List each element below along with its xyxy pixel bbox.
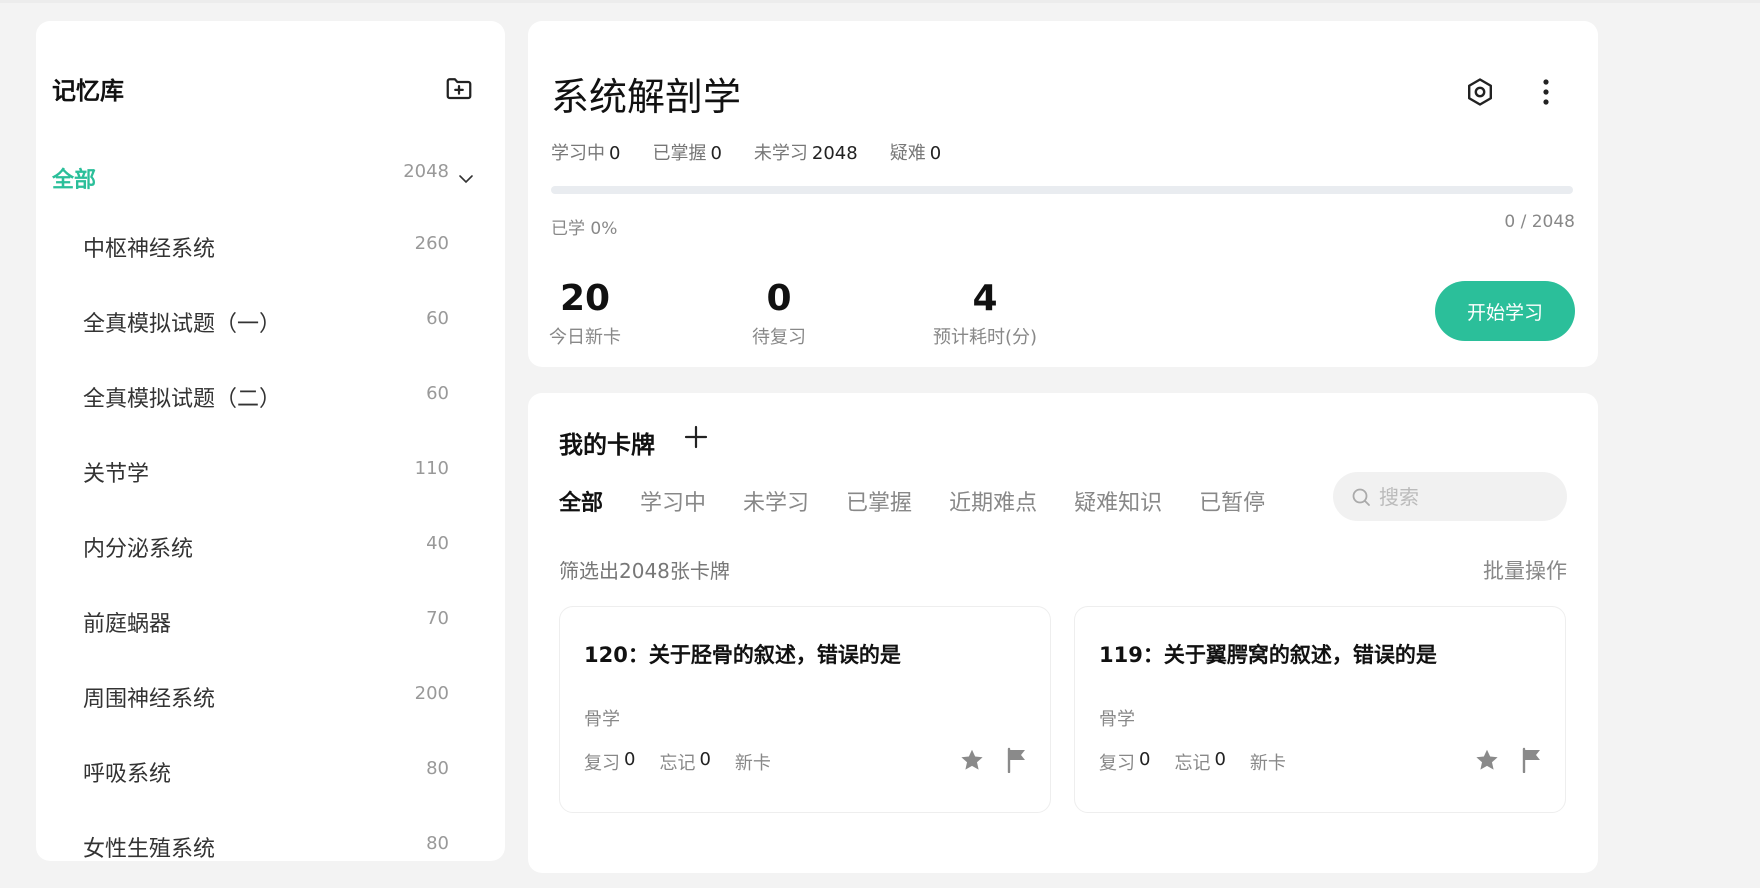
chevron-down-icon[interactable] [456,169,476,189]
more-vertical-icon[interactable] [1538,76,1554,108]
sidebar-item-label: 女性生殖系统 [83,837,216,862]
card-item[interactable]: 120：关于胫骨的叙述，错误的是 骨学 复习 0 忘记 0 新卡 [559,606,1051,813]
tab-difficult-knowledge[interactable]: 疑难知识 [1074,485,1162,517]
sidebar-item-label: 周围神经系统 [83,687,216,712]
memory-bank-sidebar: 记忆库 全部 2048 中枢神经系统 260 全真模拟试题（一） 60 全真模拟… [36,21,505,862]
sidebar-item-deck[interactable]: 周围神经系统 200 [36,663,505,738]
card-tag: 骨学 [1099,709,1135,730]
metric-label: 预计耗时(分) [933,327,1038,348]
target-settings-icon[interactable] [1464,76,1496,108]
tab-paused[interactable]: 已暂停 [1199,485,1265,517]
metric-label: 今日新卡 [549,327,621,348]
sidebar-item-deck[interactable]: 女性生殖系统 80 [36,813,505,888]
stat-mastered: 已掌握 0 [652,143,722,164]
sidebar-item-label: 全真模拟试题（二） [83,387,282,412]
sidebar-item-count: 260 [414,233,449,254]
sidebar-item-deck[interactable]: 呼吸系统 80 [36,738,505,813]
learned-percent: 已学 0% [551,219,618,239]
my-cards-title: 我的卡牌 [559,431,655,459]
review-count: 0 [624,749,636,770]
sidebar-item-count: 80 [426,758,449,779]
card-tag: 骨学 [584,709,620,730]
deck-stats: 学习中 0 已掌握 0 未学习 2048 疑难 0 [551,139,941,165]
metric-estimated-time: 4 预计耗时(分) [933,279,1037,349]
sidebar-item-deck[interactable]: 前庭蜗器 70 [36,588,505,663]
metric-new-today: 20 今日新卡 [549,279,621,349]
review-label: 复习 [584,753,620,774]
sidebar-item-count: 40 [426,533,449,554]
flag-icon[interactable] [1005,747,1029,773]
search-input[interactable] [1377,482,1551,512]
sidebar-item-deck[interactable]: 内分泌系统 40 [36,513,505,588]
sidebar-title: 记忆库 [52,77,124,105]
sidebar-item-deck[interactable]: 关节学 110 [36,438,505,513]
folder-plus-icon[interactable] [444,73,474,103]
search-icon [1352,488,1370,506]
sidebar-item-count: 60 [426,383,449,404]
batch-operation-button[interactable]: 批量操作 [1483,555,1567,585]
sidebar-item-label: 前庭蜗器 [83,612,172,637]
my-cards-panel: 我的卡牌 全部 学习中 未学习 已掌握 近期难点 疑难知识 已暂停 筛选出204… [528,393,1598,873]
filter-result-text: 筛选出2048张卡牌 [559,559,730,583]
review-count: 0 [1139,749,1151,770]
start-learning-button[interactable]: 开始学习 [1435,281,1575,341]
sidebar-item-deck[interactable]: 全真模拟试题（二） 60 [36,363,505,438]
top-divider [0,0,1760,3]
star-icon[interactable] [1474,747,1500,773]
add-card-icon[interactable] [683,424,709,450]
stat-unlearned: 未学习 2048 [753,143,858,164]
review-label: 复习 [1099,753,1135,774]
sidebar-item-label: 内分泌系统 [83,537,194,562]
sidebar-item-count: 70 [426,608,449,629]
sidebar-item-count: 80 [426,833,449,854]
forget-label: 忘记 [1174,753,1211,774]
sidebar-item-label: 中枢神经系统 [83,237,216,262]
deck-title: 系统解剖学 [551,75,742,119]
deck-summary-card: 系统解剖学 学习中 0 已掌握 0 未学习 2048 疑难 0 已学 0% 0 / 20… [528,21,1598,367]
forget-count: 0 [699,749,711,770]
star-icon[interactable] [959,747,985,773]
sidebar-item-deck[interactable]: 中枢神经系统 260 [36,213,505,288]
metric-value: 4 [972,278,998,319]
tab-unlearned[interactable]: 未学习 [743,485,809,517]
sidebar-deck-list: 中枢神经系统 260 全真模拟试题（一） 60 全真模拟试题（二） 60 关节学… [36,213,505,888]
tab-recent-difficult[interactable]: 近期难点 [949,485,1037,517]
card-status: 新卡 [1249,753,1286,774]
sidebar-item-count: 200 [414,683,449,704]
card-question: 120：关于胫骨的叙述，错误的是 [584,643,901,667]
sidebar-item-label: 全真模拟试题（一） [83,312,282,337]
forget-count: 0 [1214,749,1226,770]
card-question: 119：关于翼腭窝的叙述，错误的是 [1099,643,1437,667]
metric-value: 20 [559,278,611,319]
flag-icon[interactable] [1520,747,1544,773]
sidebar-item-count: 60 [426,308,449,329]
sidebar-all-count: 2048 [403,161,449,182]
metric-value: 0 [766,278,792,319]
card-filter-tabs: 全部 学习中 未学习 已掌握 近期难点 疑难知识 已暂停 [559,485,1302,517]
learned-ratio: 0 / 2048 [1504,212,1575,232]
sidebar-item-all[interactable]: 全部 [52,162,96,194]
metric-to-review: 0 待复习 [752,279,806,349]
forget-label: 忘记 [659,753,696,774]
card-meta: 复习 0 忘记 0 新卡 [1099,749,1290,775]
card-status: 新卡 [734,753,771,774]
card-search [1333,472,1567,521]
card-item[interactable]: 119：关于翼腭窝的叙述，错误的是 骨学 复习 0 忘记 0 新卡 [1074,606,1566,813]
sidebar-item-label: 呼吸系统 [83,762,172,787]
tab-all[interactable]: 全部 [559,485,603,517]
stat-learning: 学习中 0 [551,143,621,164]
progress-bar [551,186,1573,194]
sidebar-item-label: 关节学 [83,462,150,487]
card-meta: 复习 0 忘记 0 新卡 [584,749,775,775]
sidebar-item-count: 110 [414,458,449,479]
sidebar-item-deck[interactable]: 全真模拟试题（一） 60 [36,288,505,363]
stat-difficult: 疑难 0 [889,143,942,164]
tab-mastered[interactable]: 已掌握 [846,485,912,517]
metric-label: 待复习 [752,327,806,348]
tab-learning[interactable]: 学习中 [640,485,706,517]
